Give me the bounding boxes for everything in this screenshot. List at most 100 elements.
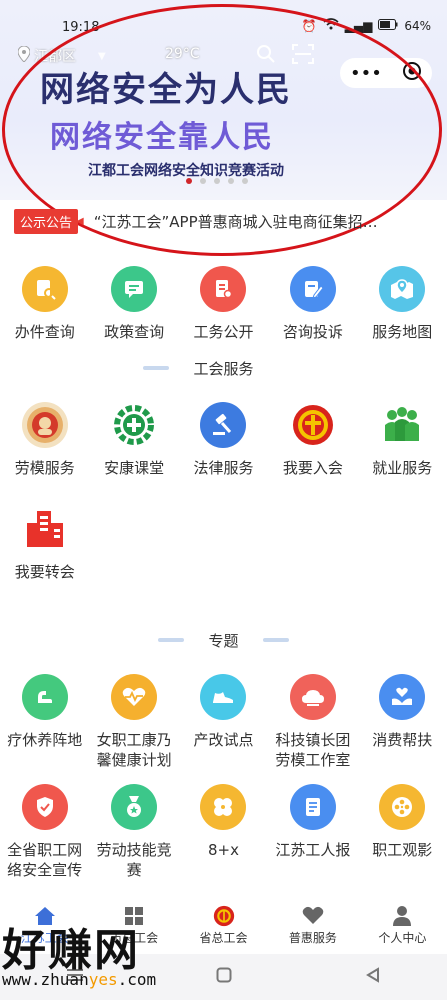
union-services-grid: 劳模服务 安康课堂 法律服务 我要入会 就业服务 我要转会 [0, 402, 447, 582]
tab-label: 个人中心 [378, 931, 427, 945]
topic-label: 江苏工人报 [275, 841, 351, 859]
edit-icon [289, 266, 336, 312]
doc-icon [200, 266, 247, 312]
watermark-url: www.zhuanyes.com [2, 970, 156, 989]
topics-grid: 疗休养阵地 女职工康乃馨健康计划 产改试点 科技镇长团劳模工作室 消费帮扶 全省… [0, 674, 447, 880]
nav-home-icon[interactable] [216, 967, 232, 987]
banner-pagination [186, 178, 248, 184]
chat-doc-icon [111, 266, 158, 312]
topic-item[interactable]: 8+x [179, 784, 268, 880]
quick-action-label: 咨询投诉 [282, 323, 343, 341]
topic-item[interactable]: 职工观影 [358, 784, 447, 880]
quick-action-label: 工务公开 [193, 323, 254, 341]
service-item[interactable]: 就业服务 [358, 402, 447, 478]
header-tools [256, 44, 314, 68]
notice-bar[interactable]: 公示公告 ◀ “江苏工会”APP普惠商城入驻电商征集招… [14, 206, 434, 236]
location-selector[interactable]: 江都区 ▼ [17, 45, 106, 66]
quick-action-item[interactable]: 政策查询 [89, 266, 178, 342]
section-divider [262, 638, 289, 642]
topic-label: 8+x [207, 841, 239, 859]
section-title: 工会服务 [193, 359, 254, 378]
union-emblem-icon [290, 402, 336, 448]
watermark-url-suffix: .com [117, 970, 157, 989]
service-label: 我要入会 [282, 459, 343, 477]
service-label: 法律服务 [193, 459, 254, 477]
topic-item[interactable]: 科技镇长团劳模工作室 [268, 674, 357, 770]
location-label: 江都区 [34, 49, 76, 65]
film-reel-icon [379, 784, 426, 830]
union-emblem-icon [213, 905, 235, 927]
topic-label: 职工观影 [372, 841, 433, 859]
banner-dot-active [186, 178, 192, 184]
service-item[interactable]: 法律服务 [179, 402, 268, 478]
quick-action-item[interactable]: 工务公开 [179, 266, 268, 342]
signal-icon: ▂▄▆ [344, 18, 373, 33]
banner-dot [200, 178, 206, 184]
shield-check-icon [21, 784, 68, 830]
nav-back-icon[interactable] [365, 967, 381, 987]
tab-benefit-services[interactable]: 普惠服务 [268, 898, 357, 954]
topic-item[interactable]: 产改试点 [179, 674, 268, 770]
topic-item[interactable]: 劳动技能竞赛 [89, 784, 178, 880]
service-item[interactable]: 安康课堂 [89, 402, 178, 478]
status-icons: ⏰ ▂▄▆ 64% [302, 18, 431, 33]
weather-temperature: 29°C [165, 46, 200, 62]
cloud-icon [289, 674, 336, 720]
location-pin-icon [17, 45, 31, 66]
topic-label: 疗休养阵地 [7, 731, 83, 749]
section-header-topics: 专题 [0, 628, 447, 652]
people-icon [379, 402, 425, 448]
medal-icon [21, 402, 68, 448]
quick-action-item[interactable]: 服务地图 [358, 266, 447, 342]
banner-dot [242, 178, 248, 184]
arm-icon [21, 674, 68, 720]
section-title: 专题 [208, 631, 239, 650]
banner-subline: 江都工会网络安全知识竞赛活动 [88, 163, 284, 179]
chevron-down-icon: ▼ [98, 50, 106, 62]
newspaper-icon [289, 784, 336, 830]
clover-icon [200, 784, 247, 830]
battery-icon [378, 18, 398, 33]
close-target-icon[interactable] [402, 61, 422, 85]
quick-action-item[interactable]: 办件查询 [0, 266, 89, 342]
topic-item[interactable]: 消费帮扶 [358, 674, 447, 770]
watermark-url-highlight: yes [88, 970, 118, 989]
topic-label: 科技镇长团劳模工作室 [275, 731, 351, 769]
building-icon [22, 506, 68, 552]
section-header-union-services: 工会服务 [0, 356, 447, 380]
service-label: 劳模服务 [14, 459, 75, 477]
banner-headline-1: 网络安全为人民 [40, 70, 292, 110]
banner-headline-2: 网络安全靠人民 [50, 120, 274, 155]
topic-label: 女职工康乃馨健康计划 [96, 731, 172, 769]
gavel-icon [200, 402, 247, 448]
quick-action-label: 服务地图 [372, 323, 433, 341]
more-icon[interactable]: ••• [350, 63, 382, 84]
service-item[interactable]: 我要入会 [268, 402, 357, 478]
notice-text[interactable]: “江苏工会”APP普惠商城入驻电商征集招… [94, 211, 414, 232]
service-label: 就业服务 [372, 459, 433, 477]
quick-action-label: 办件查询 [14, 323, 75, 341]
topic-item[interactable]: 江苏工人报 [268, 784, 357, 880]
topic-label: 产改试点 [193, 731, 254, 749]
quick-action-label: 政策查询 [104, 323, 165, 341]
notice-flag-icon: ◀ [76, 215, 84, 227]
section-divider [278, 366, 304, 370]
scan-icon[interactable] [292, 44, 314, 68]
topic-item[interactable]: 女职工康乃馨健康计划 [89, 674, 178, 770]
topic-label: 消费帮扶 [372, 731, 433, 749]
topic-label: 劳动技能竞赛 [96, 841, 172, 879]
status-bar: 19:18 ⏰ ▂▄▆ 64% [0, 0, 447, 40]
health-gear-icon [111, 402, 157, 448]
tab-label: 省总工会 [199, 931, 248, 945]
site-watermark: 好赚网 www.zhuanyes.com [2, 910, 202, 996]
topic-item[interactable]: 全省职工网络安全宣传 [0, 784, 89, 880]
service-item[interactable]: 我要转会 [0, 506, 89, 582]
quick-action-item[interactable]: 咨询投诉 [268, 266, 357, 342]
miniapp-capsule[interactable]: ••• [340, 58, 432, 88]
hands-heart-icon [379, 674, 426, 720]
search-icon[interactable] [256, 44, 276, 68]
tab-label: 普惠服务 [288, 931, 337, 945]
service-item[interactable]: 劳模服务 [0, 402, 89, 478]
tab-personal-center[interactable]: 个人中心 [358, 898, 447, 954]
topic-item[interactable]: 疗休养阵地 [0, 674, 89, 770]
